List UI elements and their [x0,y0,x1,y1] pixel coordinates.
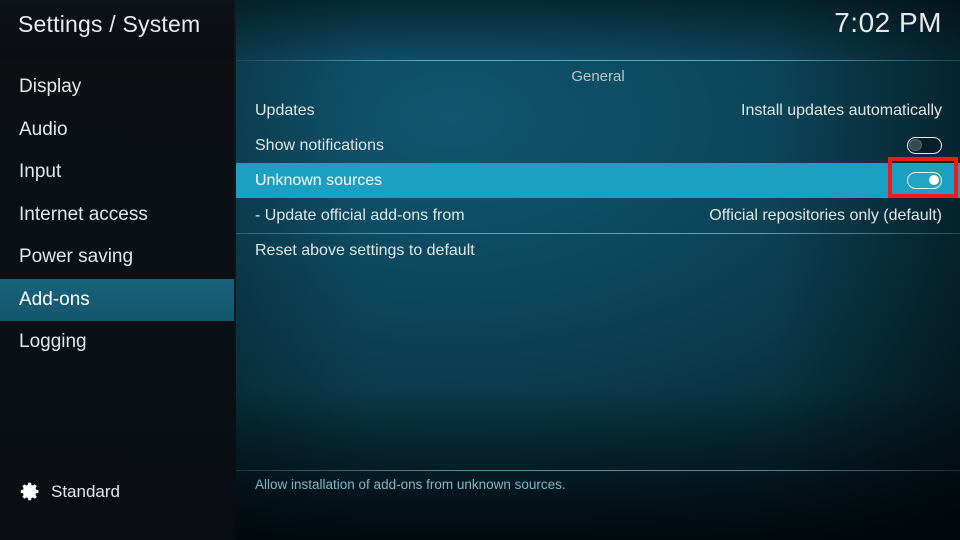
sidebar-item-label: Power saving [19,246,134,267]
sidebar-item-label: Logging [19,331,87,352]
sidebar-item-label: Add-ons [19,288,90,310]
sidebar-item-input[interactable]: Input [0,151,236,194]
settings-level-label: Standard [51,481,120,501]
unknown-sources-toggle[interactable] [907,172,942,189]
page-title: Settings / System [18,11,201,37]
sidebar-item-label: Input [19,161,62,182]
gear-icon [20,481,41,502]
sidebar-item-add-ons[interactable]: Add-ons [0,278,236,321]
setting-label: Reset above settings to default [255,242,475,259]
setting-value: Official repositories only (default) [709,207,942,224]
kodi-settings-screen: Settings / System Display Audio Input In… [0,0,960,540]
sidebar-item-power-saving[interactable]: Power saving [0,236,236,279]
setting-row-update-official-addons-from[interactable]: - Update official add-ons from Official … [236,198,960,233]
setting-row-unknown-sources[interactable]: Unknown sources [236,163,960,198]
settings-level-selector[interactable]: Standard [20,481,120,502]
sidebar-nav-list: Display Audio Input Internet access Powe… [0,66,236,364]
clock: 7:02 PM [834,7,942,38]
sidebar-item-internet-access[interactable]: Internet access [0,194,236,237]
sidebar: Settings / System Display Audio Input In… [0,0,236,540]
settings-row-list: Updates Install updates automatically Sh… [236,93,960,268]
sidebar-item-audio[interactable]: Audio [0,109,236,152]
setting-value: Install updates automatically [741,102,942,119]
content-top-divider [236,60,960,61]
sidebar-item-logging[interactable]: Logging [0,321,236,364]
sidebar-item-label: Audio [19,118,68,140]
setting-label: Unknown sources [255,172,383,189]
sidebar-item-display[interactable]: Display [0,66,236,109]
toggle-knob [928,174,939,186]
setting-description: Allow installation of add-ons from unkno… [255,477,566,492]
setting-label: - Update official add-ons from [255,207,465,224]
content-bottom-divider [236,470,960,471]
setting-row-reset-to-default[interactable]: Reset above settings to default [236,233,960,268]
sidebar-item-label: Internet access [19,203,148,225]
setting-label: Updates [255,102,315,119]
setting-row-show-notifications[interactable]: Show notifications [236,128,960,163]
setting-label: Show notifications [255,137,384,154]
settings-group-header: General [571,68,625,85]
sidebar-item-label: Display [19,76,82,97]
settings-content-pane: 7:02 PM General Updates Install updates … [236,0,960,540]
toggle-knob [910,139,921,151]
show-notifications-toggle[interactable] [907,137,942,154]
setting-row-updates[interactable]: Updates Install updates automatically [236,93,960,128]
